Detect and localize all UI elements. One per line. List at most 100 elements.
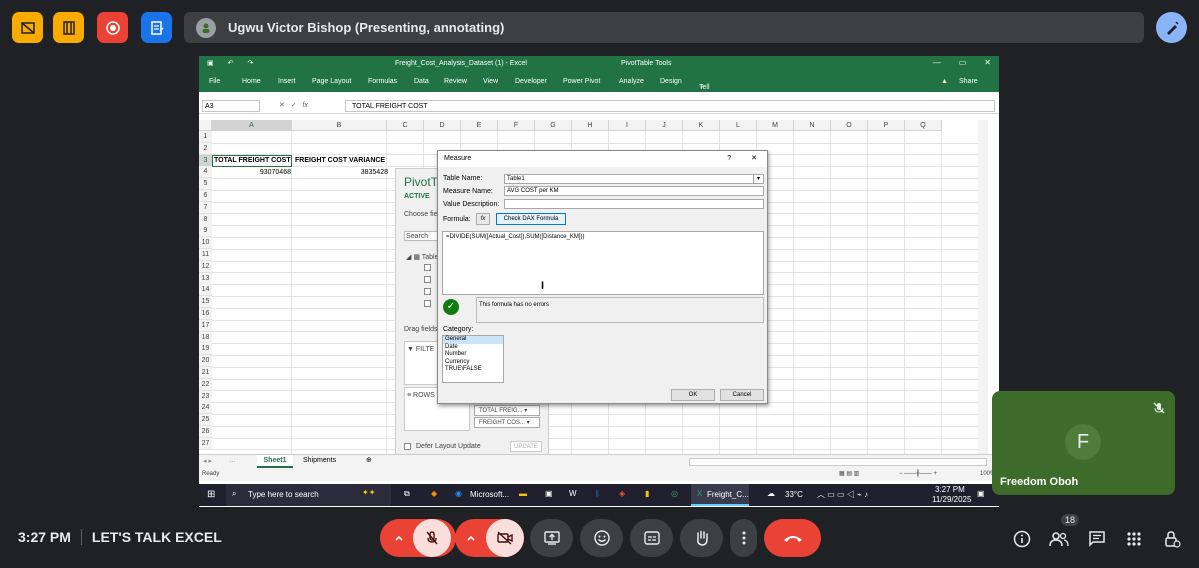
column-header[interactable]: L [720, 120, 757, 131]
view-normal-icon[interactable]: ▦ ▤ ▥ [839, 470, 859, 477]
maximize-icon[interactable]: ▭ [959, 58, 967, 67]
formula-textarea[interactable]: =DIVIDE(SUM([Actual_Cost]),SUM([Distance… [442, 231, 764, 295]
column-header[interactable]: F [498, 120, 535, 131]
cell-a4[interactable]: 93070468 [212, 167, 292, 179]
column-header[interactable]: D [424, 120, 461, 131]
meeting-details-icon[interactable] [1011, 528, 1033, 550]
share-button[interactable]: Share [959, 78, 978, 85]
brave-icon[interactable]: ◈ [619, 489, 625, 498]
field-checkbox[interactable] [424, 264, 431, 271]
raise-hand-button[interactable] [680, 519, 723, 557]
ribbon-tab-formulas[interactable]: Formulas [368, 78, 397, 85]
ribbon-tab-data[interactable]: Data [414, 78, 429, 85]
ribbon-tab-power-pivot[interactable]: Power Pivot [563, 78, 600, 85]
cancel-button[interactable]: Cancel [720, 389, 764, 401]
row-header[interactable]: 1 [199, 131, 212, 143]
column-header[interactable]: M [757, 120, 794, 131]
recording-icon-button[interactable] [97, 12, 128, 43]
column-header[interactable]: H [572, 120, 609, 131]
insert-function-button[interactable]: fx [476, 213, 490, 225]
word-icon[interactable]: W [569, 489, 577, 498]
row-field-item[interactable]: FREIGHT COS... ▾ [474, 417, 540, 428]
measure-name-input[interactable]: AVG COST per KM [504, 186, 764, 196]
row-header[interactable]: 12 [199, 260, 212, 273]
category-item[interactable]: General [443, 336, 503, 344]
row-header[interactable]: 10 [199, 237, 212, 250]
add-sheet-icon[interactable]: ⊕ [366, 456, 372, 464]
column-header[interactable]: E [461, 120, 498, 131]
row-header[interactable]: 2 [199, 142, 212, 155]
mic-options-chevron-up-icon[interactable] [385, 519, 413, 557]
row-header[interactable]: 21 [199, 367, 212, 379]
edge-icon[interactable]: ◉ [455, 489, 462, 498]
column-header[interactable]: J [646, 120, 683, 131]
row-header[interactable]: 25 [199, 414, 212, 427]
leave-call-button[interactable] [764, 519, 821, 557]
category-item[interactable]: Date [443, 344, 503, 352]
sheet-nav-more-icon[interactable]: … [229, 457, 236, 464]
annotate-pen-icon-button[interactable] [1156, 12, 1187, 43]
sheet-tab-sheet1[interactable]: Sheet1 [257, 455, 293, 468]
row-header[interactable]: 5 [199, 178, 212, 191]
people-icon[interactable] [1048, 528, 1070, 550]
taskbar-app-excel[interactable]: X Freight_C... [691, 484, 749, 506]
ribbon-tab-file[interactable]: File [209, 78, 220, 85]
column-header[interactable]: P [868, 120, 905, 131]
activities-grid-icon[interactable] [1123, 528, 1145, 550]
cell-b4[interactable]: 3835428 [293, 167, 389, 179]
row-field-item[interactable]: TOTAL FREIG... ▾ [474, 405, 540, 416]
row-header[interactable]: 14 [199, 284, 212, 297]
reactions-button[interactable] [580, 519, 623, 557]
help-icon[interactable]: ? [727, 151, 731, 167]
horizontal-scrollbar[interactable] [689, 458, 987, 466]
ribbon-tab-review[interactable]: Review [444, 78, 467, 85]
sheet-tab-shipments[interactable]: Shipments [303, 457, 336, 464]
row-header[interactable]: 23 [199, 390, 212, 403]
row-header[interactable]: 26 [199, 426, 212, 438]
ribbon-tab-page-layout[interactable]: Page Layout [312, 78, 351, 85]
row-header[interactable]: 18 [199, 331, 212, 344]
field-checkbox[interactable] [424, 276, 431, 283]
column-header[interactable]: A [212, 120, 292, 131]
vertical-scrollbar[interactable] [978, 120, 988, 460]
category-list[interactable]: General Date Number Currency TRUE\FALSE [442, 335, 504, 383]
window-close-icon[interactable]: ✕ [984, 58, 991, 67]
chat-icon[interactable] [1086, 528, 1108, 550]
row-header[interactable]: 20 [199, 355, 212, 368]
row-header[interactable]: 8 [199, 213, 212, 226]
participant-tile[interactable]: F Freedom Oboh [992, 391, 1175, 495]
powerbi-icon[interactable]: ▮ [645, 489, 649, 498]
host-controls-lock-icon[interactable] [1161, 528, 1183, 550]
ribbon-tab-analyze[interactable]: Analyze [619, 78, 644, 85]
minimize-icon[interactable]: — [933, 58, 941, 67]
column-header[interactable]: O [831, 120, 868, 131]
present-screen-button[interactable] [530, 519, 573, 557]
column-header[interactable]: G [535, 120, 572, 131]
row-header[interactable]: 22 [199, 378, 212, 391]
chrome-icon[interactable]: ◎ [671, 489, 678, 498]
redo-icon[interactable]: ↷ [248, 59, 254, 67]
store-icon[interactable]: ▣ [545, 489, 553, 498]
category-item[interactable]: Number [443, 351, 503, 359]
cell-b3[interactable]: FREIGHT COST VARIANCE [295, 155, 385, 167]
column-header[interactable]: K [683, 120, 720, 131]
captions-button[interactable] [630, 519, 673, 557]
name-box[interactable]: A3 [202, 100, 260, 112]
category-item[interactable]: Currency [443, 359, 503, 367]
pivot-active-tab[interactable]: ACTIVE [404, 193, 430, 200]
taskbar-app-edge[interactable]: Microsoft... [470, 490, 509, 499]
cell-a3[interactable]: TOTAL FREIGHT COST [212, 155, 292, 167]
table-tree-item[interactable]: ◢ ▦ Table [406, 253, 439, 261]
row-header[interactable]: 9 [199, 225, 212, 238]
row-header[interactable]: 7 [199, 201, 212, 214]
file-explorer-icon[interactable]: ▬ [519, 489, 527, 498]
select-all-corner[interactable] [199, 120, 212, 131]
ribbon-tab-developer[interactable]: Developer [515, 78, 547, 85]
dialog-close-icon[interactable]: ✕ [751, 151, 757, 167]
row-header[interactable]: 15 [199, 296, 212, 309]
task-view-icon[interactable]: ⧉ [404, 489, 410, 499]
undo-icon[interactable]: ↶ [228, 59, 234, 67]
save-icon[interactable]: ▣ [207, 59, 214, 67]
defer-layout-checkbox[interactable] [404, 443, 411, 450]
row-header[interactable]: 27 [199, 437, 212, 450]
